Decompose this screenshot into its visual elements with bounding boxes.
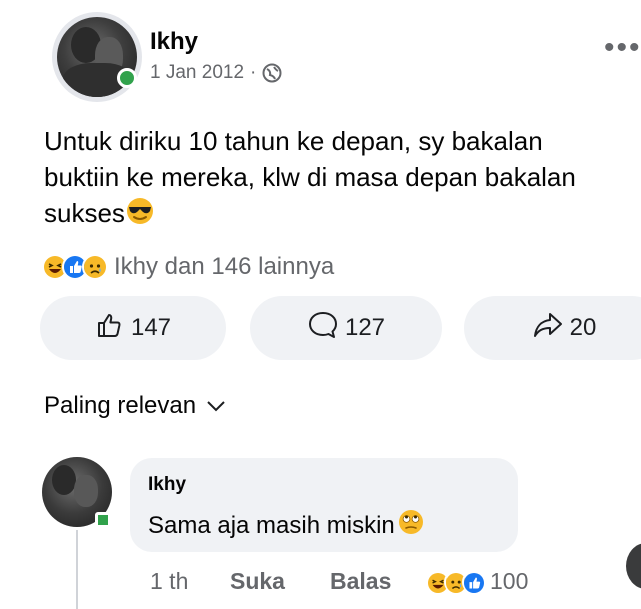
post-meta: 1 Jan 2012 · — [150, 62, 282, 84]
share-count: 20 — [569, 314, 597, 341]
comment-reactions[interactable]: 100 — [426, 568, 528, 595]
comment-bubble[interactable]: Ikhy Sama aja masih miskin — [130, 458, 518, 552]
comment-actions: 1 th Suka Balas 100 — [150, 568, 528, 595]
post-date[interactable]: 1 Jan 2012 — [150, 62, 244, 84]
comment-online-indicator — [95, 512, 111, 528]
post-author-avatar[interactable] — [52, 12, 142, 102]
post-author-name[interactable]: Ikhy — [150, 28, 198, 56]
post-body: Untuk diriku 10 tahun ke depan, sy bakal… — [44, 123, 624, 235]
comment-reply-button[interactable]: Balas — [330, 568, 426, 595]
meta-separator: · — [250, 62, 257, 83]
share-button[interactable]: 20 — [464, 296, 641, 360]
comment-text: Sama aja masih miskin — [148, 511, 395, 539]
sad-icon — [82, 254, 108, 280]
comment-like-button[interactable]: Suka — [230, 568, 330, 595]
globe-icon — [262, 63, 282, 83]
reactions-summary-text: Ikhy dan 146 lainnya — [114, 253, 335, 280]
like-button[interactable]: 147 — [40, 296, 226, 360]
more-options-icon[interactable]: ••• — [604, 33, 641, 63]
sunglasses-emoji-icon — [125, 196, 155, 235]
comment-sort-selector[interactable]: Paling relevan — [44, 392, 226, 420]
sort-label: Paling relevan — [44, 392, 197, 419]
like-count: 147 — [130, 314, 172, 341]
post-text: Untuk diriku 10 tahun ke depan, sy bakal… — [44, 126, 576, 228]
comment-time[interactable]: 1 th — [150, 568, 230, 595]
like-icon — [462, 569, 486, 594]
comment-body: Sama aja masih miskin — [148, 508, 425, 543]
reactions-summary[interactable]: Ikhy dan 146 lainnya — [42, 252, 334, 282]
comment-author-name[interactable]: Ikhy — [148, 474, 186, 496]
post-actions: 147 127 20 — [40, 296, 641, 360]
thread-line — [76, 530, 78, 609]
comment-reaction-count: 100 — [490, 568, 529, 594]
online-status-indicator — [117, 68, 137, 88]
comment-count: 127 — [344, 314, 386, 341]
floating-action-circle[interactable] — [626, 543, 641, 589]
share-arrow-icon — [532, 310, 564, 347]
comment-button[interactable]: 127 — [250, 296, 442, 360]
comment-bubble-icon — [307, 310, 339, 347]
thumbs-up-icon — [95, 310, 125, 347]
rolling-eyes-emoji-icon — [397, 508, 425, 543]
chevron-down-icon — [206, 392, 226, 420]
